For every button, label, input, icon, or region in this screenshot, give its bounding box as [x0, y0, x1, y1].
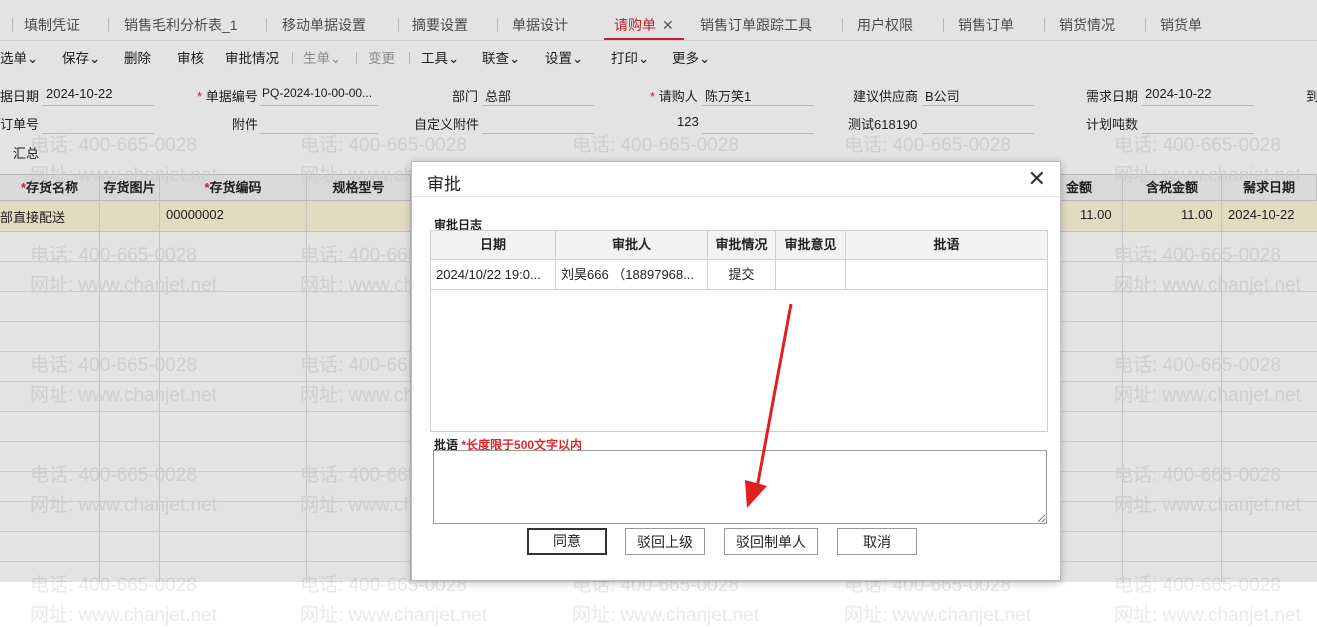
log-cell-date: 2024/10/22 19:0... [431, 260, 556, 290]
watermark-site: 网址: www.chanjet.net [30, 605, 217, 626]
approval-dialog: 审批 ✕ 审批日志 日期 审批人 审批情况 审批意见 批语 2024/10/22… [411, 161, 1061, 581]
log-cell-remark [846, 260, 1047, 290]
watermark-site: 网址: www.chanjet.net [1114, 605, 1301, 626]
dialog-title: 审批 [427, 175, 461, 194]
log-header-date: 日期 [431, 231, 556, 260]
log-cell-opinion [776, 260, 846, 290]
log-header-remark: 批语 [846, 231, 1047, 260]
watermark-site: 网址: www.chanjet.net [844, 605, 1031, 626]
reject-to-creator-button[interactable]: 驳回制单人 [724, 528, 818, 555]
agree-button[interactable]: 同意 [527, 528, 607, 555]
reject-to-superior-button[interactable]: 驳回上级 [625, 528, 705, 555]
log-header-opinion: 审批意见 [776, 231, 846, 260]
log-cell-status: 提交 [708, 260, 776, 290]
watermark-site: 网址: www.chanjet.net [572, 605, 759, 626]
log-cell-approver: 刘昊666 （18897968... [556, 260, 708, 290]
approval-log-table: 日期 审批人 审批情况 审批意见 批语 2024/10/22 19:0... 刘… [430, 230, 1048, 432]
watermark-site: 网址: www.chanjet.net [300, 605, 487, 626]
divider [412, 196, 1060, 197]
cancel-button[interactable]: 取消 [837, 528, 917, 555]
remark-textarea[interactable] [433, 450, 1047, 524]
log-header-approver: 审批人 [556, 231, 708, 260]
log-header-status: 审批情况 [708, 231, 776, 260]
close-icon[interactable]: ✕ [1028, 168, 1046, 190]
